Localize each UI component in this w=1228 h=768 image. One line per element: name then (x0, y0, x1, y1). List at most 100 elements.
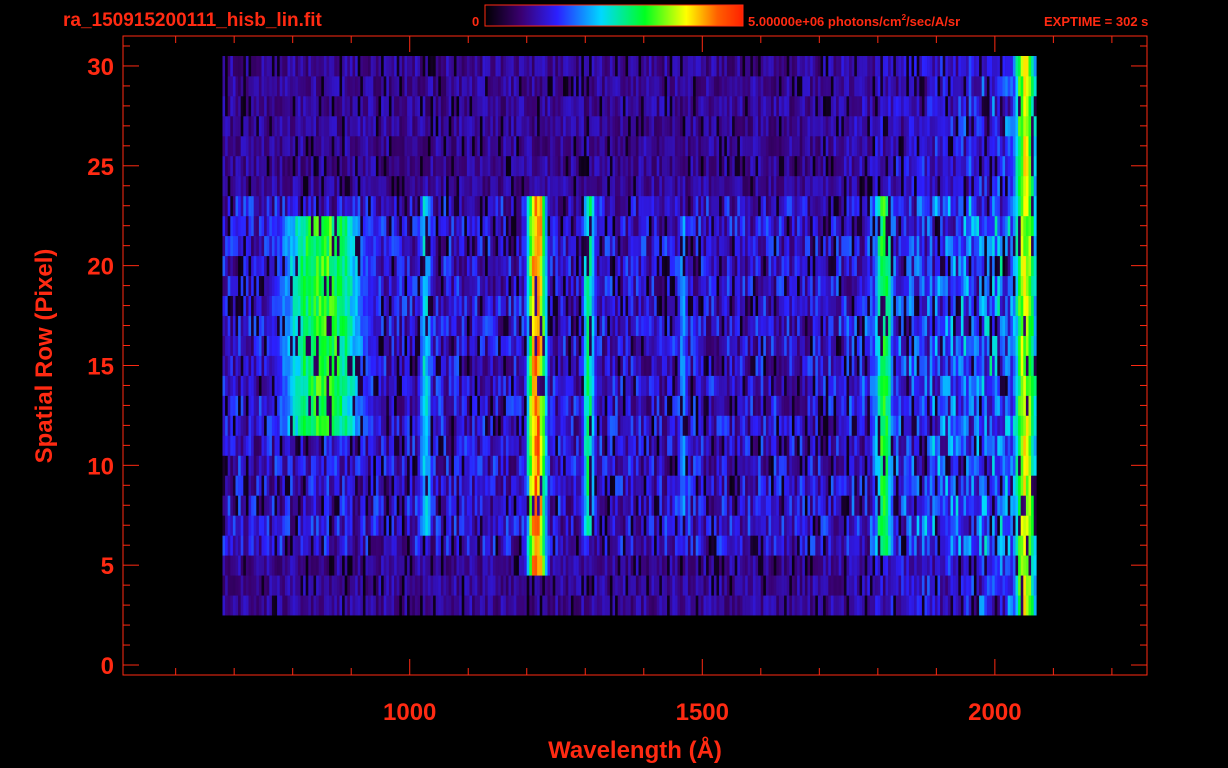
heatmap-cell (500, 375, 504, 396)
heatmap-cell (313, 395, 317, 416)
heatmap-cell (1015, 395, 1019, 416)
heatmap-cell (934, 495, 938, 516)
heatmap-cell (266, 555, 270, 576)
heatmap-cell (765, 475, 769, 496)
heatmap-cell (651, 355, 655, 376)
heatmap-cell (581, 315, 585, 336)
heatmap-cell (771, 555, 774, 576)
heatmap-cell (906, 335, 910, 356)
heatmap-cell (355, 315, 358, 336)
heatmap-cell (360, 415, 364, 436)
heatmap-cell (386, 455, 390, 476)
heatmap-cell (222, 415, 226, 436)
heatmap-cell (854, 335, 858, 356)
heatmap-cell (336, 555, 340, 576)
heatmap-cell (799, 375, 803, 396)
heatmap-cell (518, 555, 522, 576)
heatmap-cell (391, 395, 395, 416)
heatmap-cell (417, 515, 421, 536)
heatmap-cell (973, 315, 977, 336)
heatmap-cell (706, 555, 709, 576)
heatmap-cell (927, 515, 930, 536)
heatmap-cell (316, 295, 319, 316)
heatmap-cell (440, 295, 444, 316)
heatmap-cell (919, 595, 923, 616)
heatmap-cell (266, 475, 270, 496)
heatmap-cell (833, 415, 837, 436)
heatmap-cell (503, 295, 507, 316)
heatmap-cell (534, 555, 538, 576)
heatmap-cell (797, 455, 800, 476)
heatmap-cell (591, 375, 595, 396)
heatmap-cell (526, 515, 530, 536)
heatmap-cell (986, 335, 990, 356)
heatmap-cell (370, 575, 374, 596)
heatmap-cell (526, 575, 530, 596)
heatmap-cell (968, 495, 972, 516)
heatmap-cell (521, 495, 525, 516)
heatmap-cell (828, 595, 832, 616)
heatmap-cell (487, 475, 491, 496)
heatmap-cell (726, 315, 730, 336)
heatmap-cell (643, 475, 647, 496)
heatmap-cell (479, 395, 483, 416)
heatmap-cell (534, 295, 538, 316)
heatmap-cell (607, 475, 611, 496)
heatmap-cell (1012, 475, 1016, 496)
heatmap-cell (370, 395, 374, 416)
heatmap-cell (505, 295, 509, 316)
heatmap-cell (765, 435, 769, 456)
heatmap-cell (573, 335, 577, 356)
heatmap-cell (352, 515, 356, 536)
heatmap-cell (407, 375, 410, 396)
heatmap-cell (1005, 335, 1008, 356)
heatmap-cell (737, 495, 741, 516)
heatmap-cell (760, 295, 764, 316)
heatmap-cell (438, 475, 442, 496)
heatmap-cell (711, 595, 715, 616)
heatmap-cell (414, 475, 418, 496)
heatmap-cell (825, 375, 829, 396)
heatmap-cell (695, 395, 699, 416)
heatmap-cell (443, 555, 447, 576)
heatmap-cell (885, 575, 889, 596)
heatmap-cell (893, 375, 897, 396)
heatmap-cell (929, 535, 933, 556)
heatmap-cell (841, 475, 845, 496)
heatmap-cell (261, 295, 265, 316)
heatmap-cell (947, 535, 951, 556)
heatmap-cell (737, 475, 741, 496)
heatmap-cell (810, 315, 813, 336)
heatmap-cell (526, 315, 530, 336)
heatmap-cell (810, 435, 813, 456)
heatmap-cell (817, 595, 821, 616)
heatmap-cell (427, 315, 431, 336)
heatmap-cell (516, 495, 520, 516)
heatmap-cell (313, 555, 317, 576)
heatmap-cell (505, 335, 509, 356)
heatmap-cell (674, 555, 678, 576)
heatmap-cell (448, 475, 452, 496)
heatmap-cell (482, 475, 486, 496)
heatmap-cell (607, 575, 611, 596)
heatmap-cell (999, 315, 1003, 336)
heatmap-cell (786, 595, 790, 616)
heatmap-cell (342, 435, 345, 456)
heatmap-cell (880, 495, 884, 516)
heatmap-cell (492, 315, 496, 336)
heatmap-cell (362, 575, 366, 596)
heatmap-cell (945, 595, 949, 616)
heatmap-cell (557, 495, 561, 516)
heatmap-cell (440, 335, 444, 356)
heatmap-cell (994, 415, 998, 436)
heatmap-cell (472, 595, 475, 616)
heatmap-cell (773, 595, 777, 616)
heatmap-cell (401, 335, 405, 356)
heatmap-cell (347, 415, 351, 436)
heatmap-cell (815, 355, 819, 376)
heatmap-cell (859, 415, 863, 436)
heatmap-cell (469, 475, 473, 496)
heatmap-cell (518, 355, 522, 376)
heatmap-cell (737, 515, 741, 536)
heatmap-cell (945, 515, 949, 536)
